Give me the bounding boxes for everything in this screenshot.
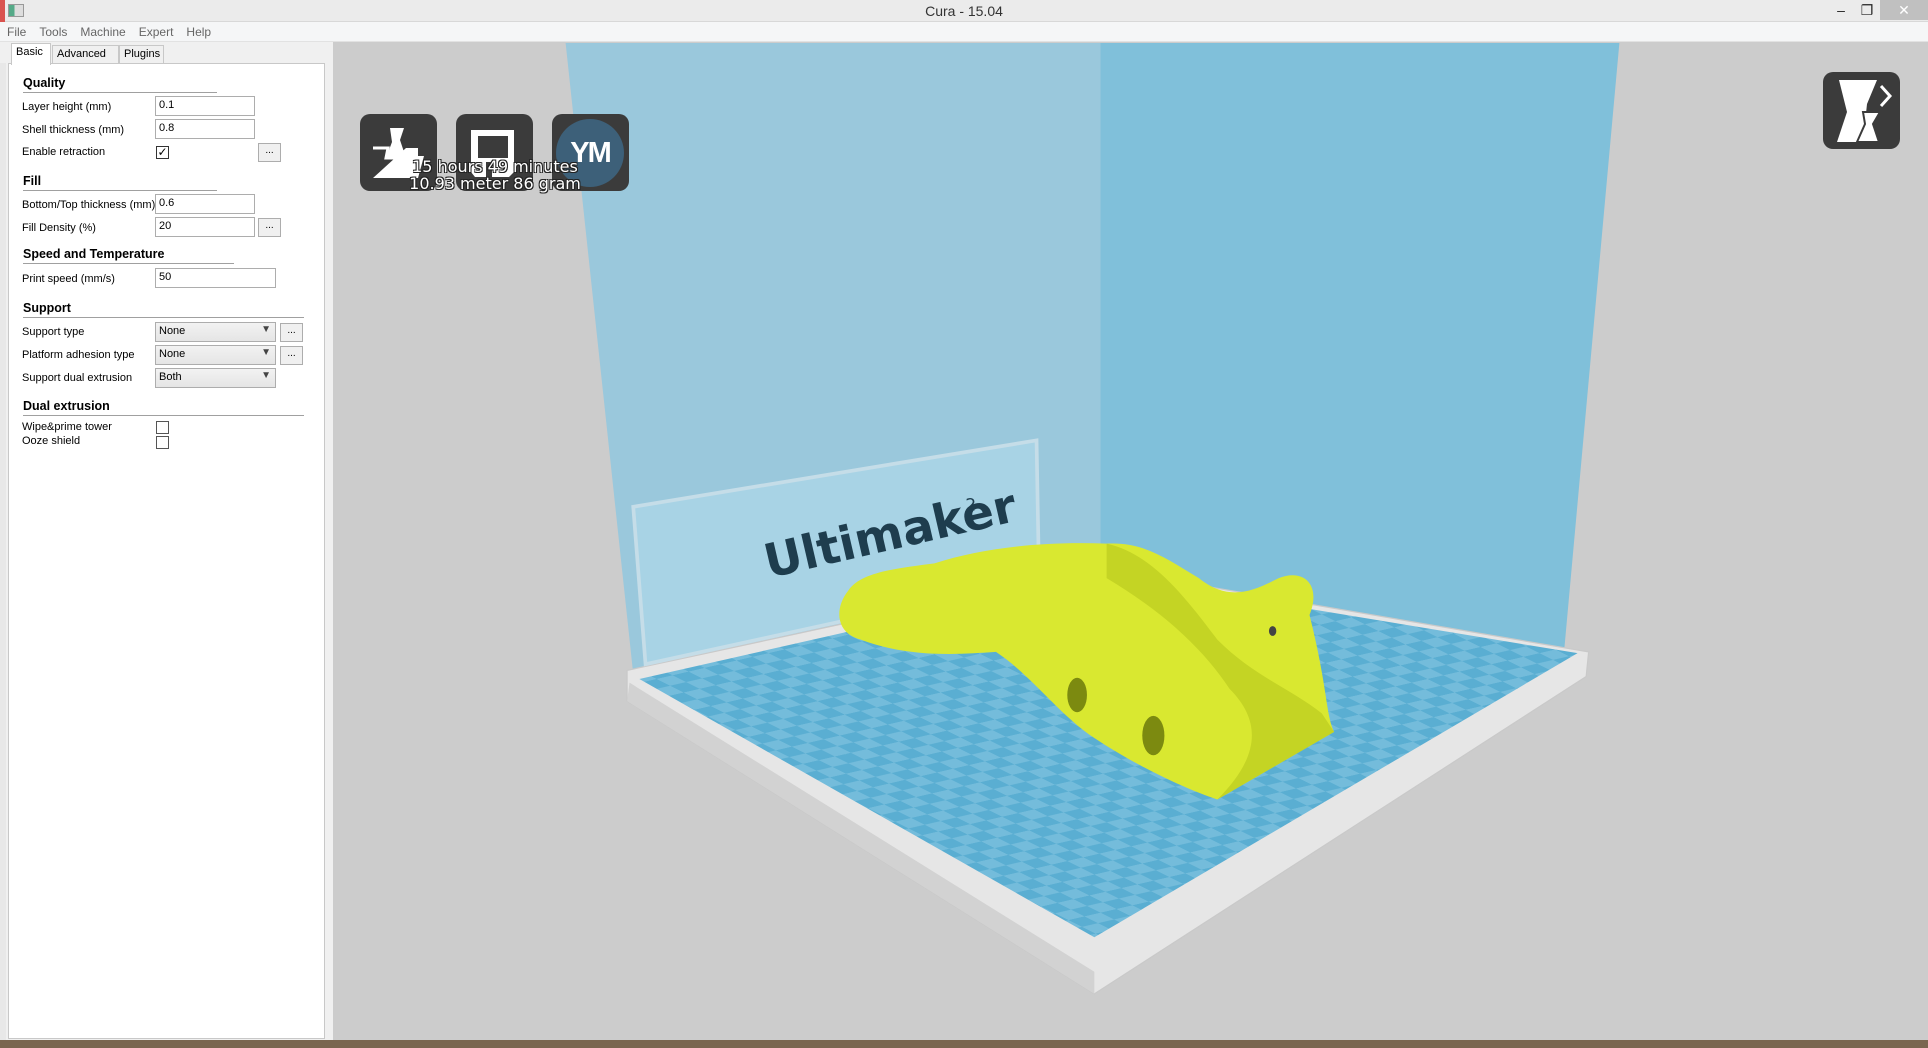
- 3d-viewport[interactable]: Ultimaker 2 YM 15 hours 49 minutes 10.93…: [333, 42, 1928, 1040]
- chevron-down-icon: ▼: [261, 324, 271, 335]
- menu-expert[interactable]: Expert: [132, 22, 180, 39]
- enable-retraction-label: Enable retraction: [22, 146, 106, 158]
- section-dual-extrusion: Dual extrusion: [23, 399, 110, 413]
- print-material: 10.93 meter 86 gram: [409, 174, 581, 193]
- right-wall: [1100, 43, 1620, 652]
- divider: [23, 415, 304, 416]
- enable-retraction-checkbox[interactable]: ✓: [156, 146, 169, 159]
- wipe-tower-checkbox[interactable]: [156, 421, 169, 434]
- fill-density-label: Fill Density (%): [22, 222, 96, 234]
- tab-advanced[interactable]: Advanced: [52, 45, 119, 64]
- support-type-label: Support type: [22, 326, 85, 338]
- ooze-shield-checkbox[interactable]: [156, 436, 169, 449]
- bottom-top-thickness-label: Bottom/Top thickness (mm): [22, 199, 156, 211]
- os-taskbar: [0, 1040, 1928, 1048]
- menu-bar: File Tools Machine Expert Help: [0, 22, 1928, 42]
- fill-density-input[interactable]: 20: [155, 217, 255, 237]
- view-mode-button[interactable]: [1823, 72, 1900, 149]
- platform-adhesion-dropdown[interactable]: None ▼: [155, 345, 276, 365]
- divider: [23, 263, 234, 264]
- restore-button[interactable]: ❐: [1850, 0, 1884, 20]
- shell-thickness-label: Shell thickness (mm): [22, 124, 125, 136]
- divider: [23, 317, 304, 318]
- print-speed-label: Print speed (mm/s): [22, 273, 115, 285]
- ooze-shield-label: Ooze shield: [22, 435, 81, 447]
- section-quality: Quality: [23, 76, 66, 90]
- platform-adhesion-label: Platform adhesion type: [22, 349, 135, 361]
- support-more-button[interactable]: ...: [280, 323, 303, 342]
- tab-basic[interactable]: Basic: [11, 43, 51, 65]
- window-title: Cura - 15.04: [925, 3, 1003, 19]
- support-type-dropdown[interactable]: None ▼: [155, 322, 276, 342]
- print-time: 15 hours 49 minutes: [412, 157, 578, 176]
- layer-height-input[interactable]: 0.1: [155, 96, 255, 116]
- view-mode-icon: [1837, 80, 1893, 143]
- menu-tools[interactable]: Tools: [32, 22, 73, 39]
- section-fill: Fill: [23, 174, 42, 188]
- wipe-tower-label: Wipe&prime tower: [22, 421, 112, 433]
- title-bar: Cura - 15.04 – ❐ ✕: [0, 0, 1928, 22]
- shell-thickness-input[interactable]: 0.8: [155, 119, 255, 139]
- support-dual-label: Support dual extrusion: [22, 372, 133, 384]
- layer-height-label: Layer height (mm): [22, 101, 112, 113]
- fill-more-button[interactable]: ...: [258, 218, 281, 237]
- menu-file[interactable]: File: [0, 22, 32, 39]
- machine-model-text: 2: [965, 495, 976, 515]
- platform-adhesion-value: None: [159, 348, 186, 360]
- print-speed-input[interactable]: 50: [155, 268, 276, 288]
- divider: [23, 92, 217, 93]
- section-speed: Speed and Temperature: [23, 247, 165, 261]
- bottom-top-thickness-input[interactable]: 0.6: [155, 194, 255, 214]
- retraction-more-button[interactable]: ...: [258, 143, 281, 162]
- left-scrollbar[interactable]: [0, 63, 6, 1040]
- chevron-down-icon: ▼: [261, 370, 271, 381]
- close-button[interactable]: ✕: [1880, 0, 1928, 20]
- support-dual-dropdown[interactable]: Both ▼: [155, 368, 276, 388]
- menu-help[interactable]: Help: [179, 22, 217, 39]
- section-support: Support: [23, 301, 71, 315]
- divider: [23, 190, 217, 191]
- support-dual-value: Both: [159, 371, 182, 383]
- tab-plugins[interactable]: Plugins: [119, 45, 164, 64]
- adhesion-more-button[interactable]: ...: [280, 346, 303, 365]
- chevron-down-icon: ▼: [261, 347, 271, 358]
- print-estimate: 15 hours 49 minutes 10.93 meter 86 gram: [395, 158, 595, 192]
- menu-machine[interactable]: Machine: [73, 22, 131, 39]
- support-type-value: None: [159, 325, 186, 337]
- settings-panel: Quality Layer height (mm) 0.1 Shell thic…: [8, 63, 325, 1039]
